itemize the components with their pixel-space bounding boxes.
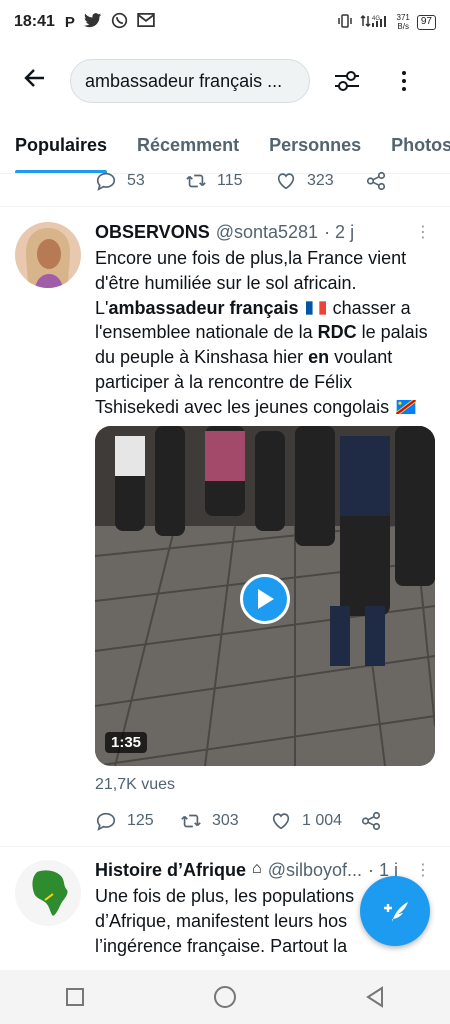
status-bar: 18:41 P 4G 371 B/s 97 (0, 0, 450, 44)
back-arrow-icon (24, 68, 44, 87)
retweet-count: 115 (217, 172, 243, 189)
system-nav-bar (0, 970, 450, 1024)
more-dot (402, 87, 406, 91)
vibrate-icon (337, 13, 353, 31)
retweet-icon (186, 174, 206, 188)
tweet-header: Histoire d’Afrique ⌂ @silboyof... · 1 j (95, 860, 430, 881)
circle-icon (214, 986, 236, 1008)
back-button[interactable] (0, 66, 70, 97)
reply-icon (96, 172, 116, 191)
status-time: 18:41 (14, 13, 55, 30)
status-right-group: 4G 371 B/s 97 (337, 13, 436, 31)
signal-icon: 4G (359, 14, 390, 31)
retweet-button[interactable]: 115 (185, 170, 275, 192)
share-icon (366, 171, 386, 191)
play-icon (258, 589, 274, 609)
reply-count: 125 (127, 812, 154, 829)
triangle-back-icon (366, 986, 383, 1008)
tweet-text: Encore une fois de plus,la France vient … (95, 246, 435, 420)
reply-button[interactable]: 53 (95, 170, 185, 192)
drc-flag-icon (396, 399, 417, 414)
search-input[interactable]: ambassadeur français ... (70, 59, 310, 103)
search-tabs: Populaires Récemment Personnes Photos (0, 126, 450, 174)
system-back-button[interactable] (345, 977, 405, 1017)
search-app-bar: ambassadeur français ... (0, 52, 450, 110)
view-count: 21,7K vues (95, 776, 176, 793)
author-name[interactable]: Histoire d’Afrique (95, 860, 246, 881)
author-handle[interactable]: @silboyof... (268, 860, 362, 881)
home-button[interactable] (195, 977, 255, 1017)
author-handle[interactable]: @sonta5281 (216, 222, 318, 243)
tab-personnes[interactable]: Personnes (254, 126, 376, 173)
square-icon (66, 988, 84, 1006)
tweet-actions: 125 303 1 004 (95, 810, 382, 832)
more-dot (402, 79, 406, 83)
reply-icon (96, 812, 116, 831)
avatar[interactable] (15, 222, 81, 288)
tweet-text: Une fois de plus, les populations d’Afri… (95, 886, 355, 956)
retweet-button[interactable]: 303 (180, 810, 270, 832)
battery-indicator: 97 (416, 14, 436, 30)
p-icon: P (64, 13, 75, 31)
filter-sliders-icon (335, 71, 359, 91)
like-count: 1 004 (302, 812, 343, 829)
more-options-button[interactable] (384, 71, 424, 91)
twitter-icon (83, 12, 102, 32)
tab-photos[interactable]: Photos (376, 126, 450, 173)
share-button[interactable] (365, 170, 387, 192)
whatsapp-icon (111, 12, 128, 33)
tweet-divider (0, 846, 450, 847)
more-dot (402, 71, 406, 75)
video-duration: 1:35 (105, 732, 148, 753)
compose-feather-icon (384, 902, 408, 922)
tweet-header: OBSERVONS @sonta5281 · 2 j (95, 222, 430, 243)
heart-icon (277, 173, 295, 190)
network-speed: 371 B/s (396, 13, 410, 31)
tweet-text-bold: en (308, 347, 330, 368)
tweet-menu-icon[interactable]: ⋮ (415, 222, 431, 242)
compose-tweet-button[interactable] (360, 876, 430, 946)
author-name[interactable]: OBSERVONS (95, 222, 210, 243)
tab-recemment[interactable]: Récemment (122, 126, 254, 173)
search-filter-button[interactable] (310, 68, 384, 94)
share-icon (361, 811, 381, 831)
tweet-text-bold: RDC (317, 322, 357, 343)
tab-populaires[interactable]: Populaires (0, 126, 122, 173)
reply-count: 53 (127, 172, 145, 189)
like-button[interactable]: 323 (275, 170, 365, 192)
tweet-time: · 2 j (324, 222, 355, 242)
retweet-count: 303 (212, 812, 239, 829)
heart-icon (272, 813, 290, 830)
share-button[interactable] (360, 810, 382, 832)
france-flag-icon (305, 300, 326, 315)
tweet-divider (0, 206, 450, 207)
like-button[interactable]: 1 004 (270, 810, 360, 832)
like-count: 323 (307, 172, 334, 189)
reply-button[interactable]: 125 (95, 810, 180, 832)
recent-apps-button[interactable] (45, 977, 105, 1017)
home-icon: ⌂ (252, 860, 262, 877)
play-button[interactable] (240, 574, 290, 624)
avatar[interactable] (15, 860, 81, 926)
tweet-menu-icon[interactable]: ⋮ (415, 860, 431, 880)
retweet-icon (181, 814, 201, 828)
gmail-icon (137, 13, 155, 31)
tweet-video[interactable]: 1:35 (95, 426, 435, 766)
search-query-text: ambassadeur français ... (85, 70, 283, 91)
tweet-text-bold: ambassadeur français (108, 297, 299, 318)
prev-tweet-actions: 53 115 323 (95, 170, 387, 192)
